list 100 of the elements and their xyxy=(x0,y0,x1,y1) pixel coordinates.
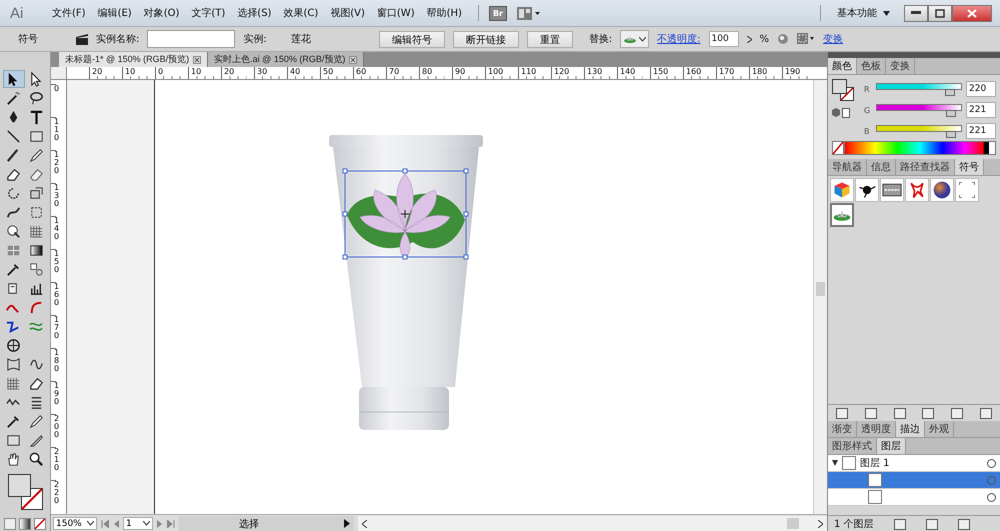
toolbar-button[interactable]: 重置 xyxy=(526,30,573,48)
none-mode-button[interactable] xyxy=(34,518,46,530)
expand-arrow-icon[interactable] xyxy=(832,460,838,466)
cube-and-square-icon[interactable] xyxy=(832,107,850,118)
layer-row[interactable] xyxy=(828,472,1000,489)
zoom-dropdown[interactable]: 150% xyxy=(53,517,97,530)
caret-icon[interactable] xyxy=(883,10,890,16)
menu-item[interactable]: 帮助(H) xyxy=(420,3,468,23)
chevron-icon[interactable] xyxy=(746,36,752,42)
layout-icon[interactable] xyxy=(516,6,541,20)
tool-button[interactable] xyxy=(2,70,24,88)
instance-name-field[interactable] xyxy=(147,30,236,48)
panel-action-icon[interactable] xyxy=(836,408,848,418)
chevron-down-icon[interactable] xyxy=(143,521,150,526)
menu-item[interactable]: 窗口(W) xyxy=(370,3,421,23)
menu-item[interactable]: 效果(C) xyxy=(277,3,324,23)
horizontal-scrollbar[interactable] xyxy=(358,516,827,531)
menu-item[interactable]: 对象(O) xyxy=(138,3,186,23)
symbol-swatch[interactable] xyxy=(830,178,854,202)
channel-value-field[interactable]: 221 xyxy=(966,102,996,118)
maximize-icon[interactable] xyxy=(935,8,945,18)
scrollbar-thumb[interactable] xyxy=(787,518,799,529)
panel-action-icon[interactable] xyxy=(922,408,934,418)
first-page-icon[interactable] xyxy=(101,520,109,528)
none-swatch[interactable] xyxy=(832,141,844,155)
field-label: 替换: xyxy=(588,32,612,46)
symbol-swatch[interactable] xyxy=(880,178,904,202)
symbol-swatch[interactable] xyxy=(905,178,929,202)
fill-stroke-swatch[interactable] xyxy=(7,474,43,512)
layer-thumbnail xyxy=(842,456,856,470)
vertical-scrollbar[interactable] xyxy=(813,80,827,514)
minimize-button[interactable] xyxy=(904,4,928,22)
panel-action-icon[interactable] xyxy=(950,408,963,418)
previous-page-icon[interactable] xyxy=(113,520,119,528)
menu-item[interactable]: 选择(S) xyxy=(231,3,278,23)
workspace-switcher[interactable]: 基本功能 xyxy=(831,4,896,22)
panel-action-icon[interactable] xyxy=(980,408,992,418)
document-tab[interactable]: 未标题-1* @ 150% (RGB/预览) xyxy=(59,52,208,67)
minimize-icon[interactable] xyxy=(911,11,921,15)
page-dropdown[interactable]: 1 xyxy=(123,517,153,530)
symbol-swatch[interactable] xyxy=(930,178,954,202)
symbol-swatch[interactable] xyxy=(855,178,879,202)
panel-tab[interactable]: 图层 xyxy=(877,438,906,454)
toolbar-button[interactable]: 断开链接 xyxy=(452,30,519,48)
menu-item[interactable]: 文字(T) xyxy=(185,3,232,23)
channel-slider[interactable] xyxy=(876,82,962,96)
ruler-label: 0 xyxy=(51,84,56,117)
grid-icon[interactable] xyxy=(797,33,816,45)
panel-tab[interactable]: 颜色 xyxy=(828,58,857,74)
panel-action-icon[interactable] xyxy=(894,518,906,530)
menu-item[interactable]: 视图(V) xyxy=(324,3,371,23)
opacity-link[interactable]: 不透明度: xyxy=(657,32,700,46)
panel-action-icon[interactable] xyxy=(894,408,906,418)
bridge-button[interactable]: Br xyxy=(488,6,507,20)
ruler-label: 200 xyxy=(51,414,56,447)
sphere-icon[interactable] xyxy=(777,33,790,45)
channel-value-field[interactable]: 220 xyxy=(966,81,996,97)
toolbar-button[interactable]: 编辑符号 xyxy=(378,30,445,48)
next-page-icon[interactable] xyxy=(157,520,163,528)
panel-tab[interactable]: 符号 xyxy=(955,159,984,175)
channel-value-field[interactable]: 221 xyxy=(966,123,996,139)
panel-tab[interactable]: 描边 xyxy=(896,421,925,437)
line-icon xyxy=(5,128,22,144)
panel-action-icon[interactable] xyxy=(926,518,938,530)
last-page-icon[interactable] xyxy=(167,520,175,528)
menu-item[interactable]: 编辑(E) xyxy=(92,3,138,23)
symbol-swatch[interactable] xyxy=(955,178,979,202)
fill-stroke-swatch[interactable] xyxy=(832,79,854,101)
channel-label: B xyxy=(864,126,870,136)
maximize-button[interactable] xyxy=(928,4,952,22)
scrollbar-thumb[interactable] xyxy=(816,282,825,296)
play-icon[interactable] xyxy=(344,519,350,528)
ruler-label: 130 xyxy=(51,183,56,216)
document-tab[interactable]: 实时上色.ai @ 150% (RGB/预览) xyxy=(208,52,364,67)
channel-label: G xyxy=(864,106,872,114)
ruler-label: 150 xyxy=(51,249,56,282)
symbol-swatch[interactable] xyxy=(830,203,854,227)
close-button[interactable] xyxy=(952,4,992,22)
close-icon[interactable] xyxy=(193,56,202,64)
color-mode-button[interactable] xyxy=(4,518,16,530)
layer-row[interactable]: 图层 1 xyxy=(828,455,1000,472)
channel-slider[interactable] xyxy=(876,104,962,116)
chevron-down-icon[interactable] xyxy=(639,36,646,42)
transform-link[interactable]: 变换 xyxy=(823,32,844,46)
channel-slider[interactable] xyxy=(876,124,962,138)
channel-label: R xyxy=(864,84,871,94)
opacity-field[interactable]: 100 xyxy=(708,31,738,47)
clapperboard-icon xyxy=(76,34,88,44)
chevron-left-icon[interactable] xyxy=(362,520,367,528)
panel-action-icon[interactable] xyxy=(958,518,970,530)
close-icon[interactable] xyxy=(349,56,358,64)
menu-item[interactable]: 文件(F) xyxy=(46,3,92,23)
panel-action-icon[interactable] xyxy=(864,408,877,418)
status-tool-menu[interactable]: 选择 xyxy=(179,516,354,531)
ruler-label: 220 xyxy=(51,480,56,513)
gradient-mode-button[interactable] xyxy=(19,518,31,530)
chevron-down-icon[interactable] xyxy=(87,521,94,526)
color-spectrum[interactable] xyxy=(844,141,996,155)
layer-row[interactable] xyxy=(828,489,1000,506)
chevron-right-icon[interactable] xyxy=(818,520,823,528)
